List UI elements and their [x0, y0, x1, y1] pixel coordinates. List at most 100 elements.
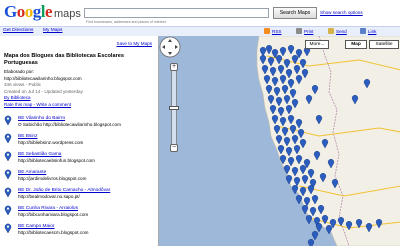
map-marker-icon[interactable] [301, 69, 309, 79]
rss-icon[interactable] [264, 28, 270, 34]
map-marker-icon[interactable] [303, 197, 311, 207]
map-marker-icon[interactable] [291, 55, 299, 65]
map-marker-icon[interactable] [327, 159, 335, 169]
map-marker-icon[interactable] [287, 79, 295, 89]
map-marker-icon[interactable] [295, 75, 303, 85]
map-marker-icon[interactable] [281, 127, 289, 137]
map-marker-icon[interactable] [265, 45, 273, 55]
map-marker-icon[interactable] [311, 231, 319, 241]
map-marker-icon[interactable] [299, 165, 307, 175]
print-icon[interactable] [296, 28, 302, 34]
map-marker-icon[interactable] [345, 221, 353, 231]
map-marker-icon[interactable] [313, 151, 321, 161]
map-marker-icon[interactable] [375, 219, 383, 229]
map-marker-icon[interactable] [351, 95, 359, 105]
map-marker-icon[interactable] [289, 125, 297, 135]
zoom-out-button[interactable]: − [170, 144, 178, 152]
list-item[interactable]: BE Amarante http://jardimdelivros.blogsp… [4, 169, 154, 185]
zoom-in-button[interactable]: + [170, 63, 178, 71]
map-marker-icon[interactable] [277, 107, 285, 117]
map-marker-icon[interactable] [277, 65, 285, 75]
map-marker-icon[interactable] [259, 47, 267, 57]
map-marker-icon[interactable] [293, 145, 301, 155]
map-marker-icon[interactable] [291, 135, 299, 145]
map-marker-icon[interactable] [277, 145, 285, 155]
get-directions-link[interactable]: Get Directions [3, 28, 33, 33]
map-marker-icon[interactable] [321, 139, 329, 149]
map-marker-icon[interactable] [285, 147, 293, 157]
map-marker-icon[interactable] [291, 185, 299, 195]
place-name[interactable]: BE Bsinz [18, 134, 37, 139]
list-item[interactable]: BE Sebastião Gama http://bibliotecaebsin… [4, 151, 154, 167]
map-canvas[interactable]: + − More... Map Satellite [158, 36, 400, 246]
map-marker-icon[interactable] [295, 195, 303, 205]
map-marker-icon[interactable] [283, 95, 291, 105]
map-marker-icon[interactable] [299, 187, 307, 197]
send-link[interactable]: Send [336, 29, 347, 34]
list-item[interactable]: BE Cunha Rivara - Arraiolos http://bibcu… [4, 205, 154, 221]
place-name[interactable]: BE Cunha Rivara - Arraiolos [18, 206, 78, 211]
map-marker-icon[interactable] [295, 155, 303, 165]
map-marker-icon[interactable] [295, 119, 303, 129]
map-marker-icon[interactable] [291, 99, 299, 109]
place-name[interactable]: BE Vilarinho do Bairro [18, 116, 65, 121]
map-marker-icon[interactable] [293, 65, 301, 75]
pan-control-icon[interactable] [159, 36, 181, 58]
list-item[interactable]: BE Dr. João de Brito Camacho - Almodôvar… [4, 187, 154, 203]
save-to-my-maps-link[interactable]: Save to My Maps [117, 41, 153, 46]
map-marker-icon[interactable] [267, 95, 275, 105]
map-type-satellite-button[interactable]: Satellite [369, 40, 399, 49]
map-marker-icon[interactable] [307, 169, 315, 179]
map-marker-icon[interactable] [365, 223, 373, 233]
map-marker-icon[interactable] [279, 155, 287, 165]
map-marker-icon[interactable] [311, 85, 319, 95]
map-marker-icon[interactable] [315, 115, 323, 125]
map-marker-icon[interactable] [291, 167, 299, 177]
map-marker-icon[interactable] [275, 55, 283, 65]
map-marker-icon[interactable] [269, 67, 277, 77]
map-marker-icon[interactable] [267, 57, 275, 67]
map-marker-icon[interactable] [283, 59, 291, 69]
place-name[interactable]: BE Amarante [18, 170, 46, 175]
map-marker-icon[interactable] [271, 77, 279, 87]
map-marker-icon[interactable] [275, 135, 283, 145]
map-marker-icon[interactable] [363, 79, 371, 89]
map-marker-icon[interactable] [261, 65, 269, 75]
my-maps-link[interactable]: My Maps [43, 28, 62, 33]
map-marker-icon[interactable] [279, 47, 287, 57]
zoom-slider-thumb[interactable] [169, 106, 179, 110]
map-marker-icon[interactable] [271, 115, 279, 125]
map-marker-icon[interactable] [337, 217, 345, 227]
map-marker-icon[interactable] [319, 173, 327, 183]
place-name[interactable]: BE Dr. João de Brito Camacho - Almodôvar [18, 188, 110, 193]
map-marker-icon[interactable] [289, 89, 297, 99]
map-marker-icon[interactable] [311, 195, 319, 205]
search-options-link[interactable]: Show search options [320, 10, 363, 15]
map-marker-icon[interactable] [305, 95, 313, 105]
map-marker-icon[interactable] [285, 175, 293, 185]
send-icon[interactable] [328, 28, 334, 34]
map-marker-icon[interactable] [297, 129, 305, 139]
place-name[interactable]: BE Campo Maior [18, 224, 55, 229]
map-marker-icon[interactable] [259, 55, 267, 65]
map-marker-icon[interactable] [331, 179, 339, 189]
map-marker-icon[interactable] [287, 45, 295, 55]
print-link[interactable]: Print [304, 29, 313, 34]
rss-link[interactable]: RSS [272, 29, 281, 34]
more-button[interactable]: More... [305, 40, 329, 49]
map-marker-icon[interactable] [317, 205, 325, 215]
map-marker-icon[interactable] [315, 223, 323, 233]
list-item[interactable]: BE Vilarinho do Bairro O Sabichão http:/… [4, 115, 154, 131]
map-marker-icon[interactable] [321, 215, 329, 225]
map-marker-icon[interactable] [283, 137, 291, 147]
search-maps-button[interactable]: Search Maps [273, 7, 317, 19]
map-marker-icon[interactable] [355, 219, 363, 229]
map-marker-icon[interactable] [309, 207, 317, 217]
search-input[interactable] [84, 8, 269, 18]
map-marker-icon[interactable] [283, 165, 291, 175]
map-marker-icon[interactable] [307, 239, 315, 246]
map-marker-icon[interactable] [287, 157, 295, 167]
map-marker-icon[interactable] [325, 225, 333, 235]
map-marker-icon[interactable] [269, 105, 277, 115]
map-marker-icon[interactable] [287, 115, 295, 125]
